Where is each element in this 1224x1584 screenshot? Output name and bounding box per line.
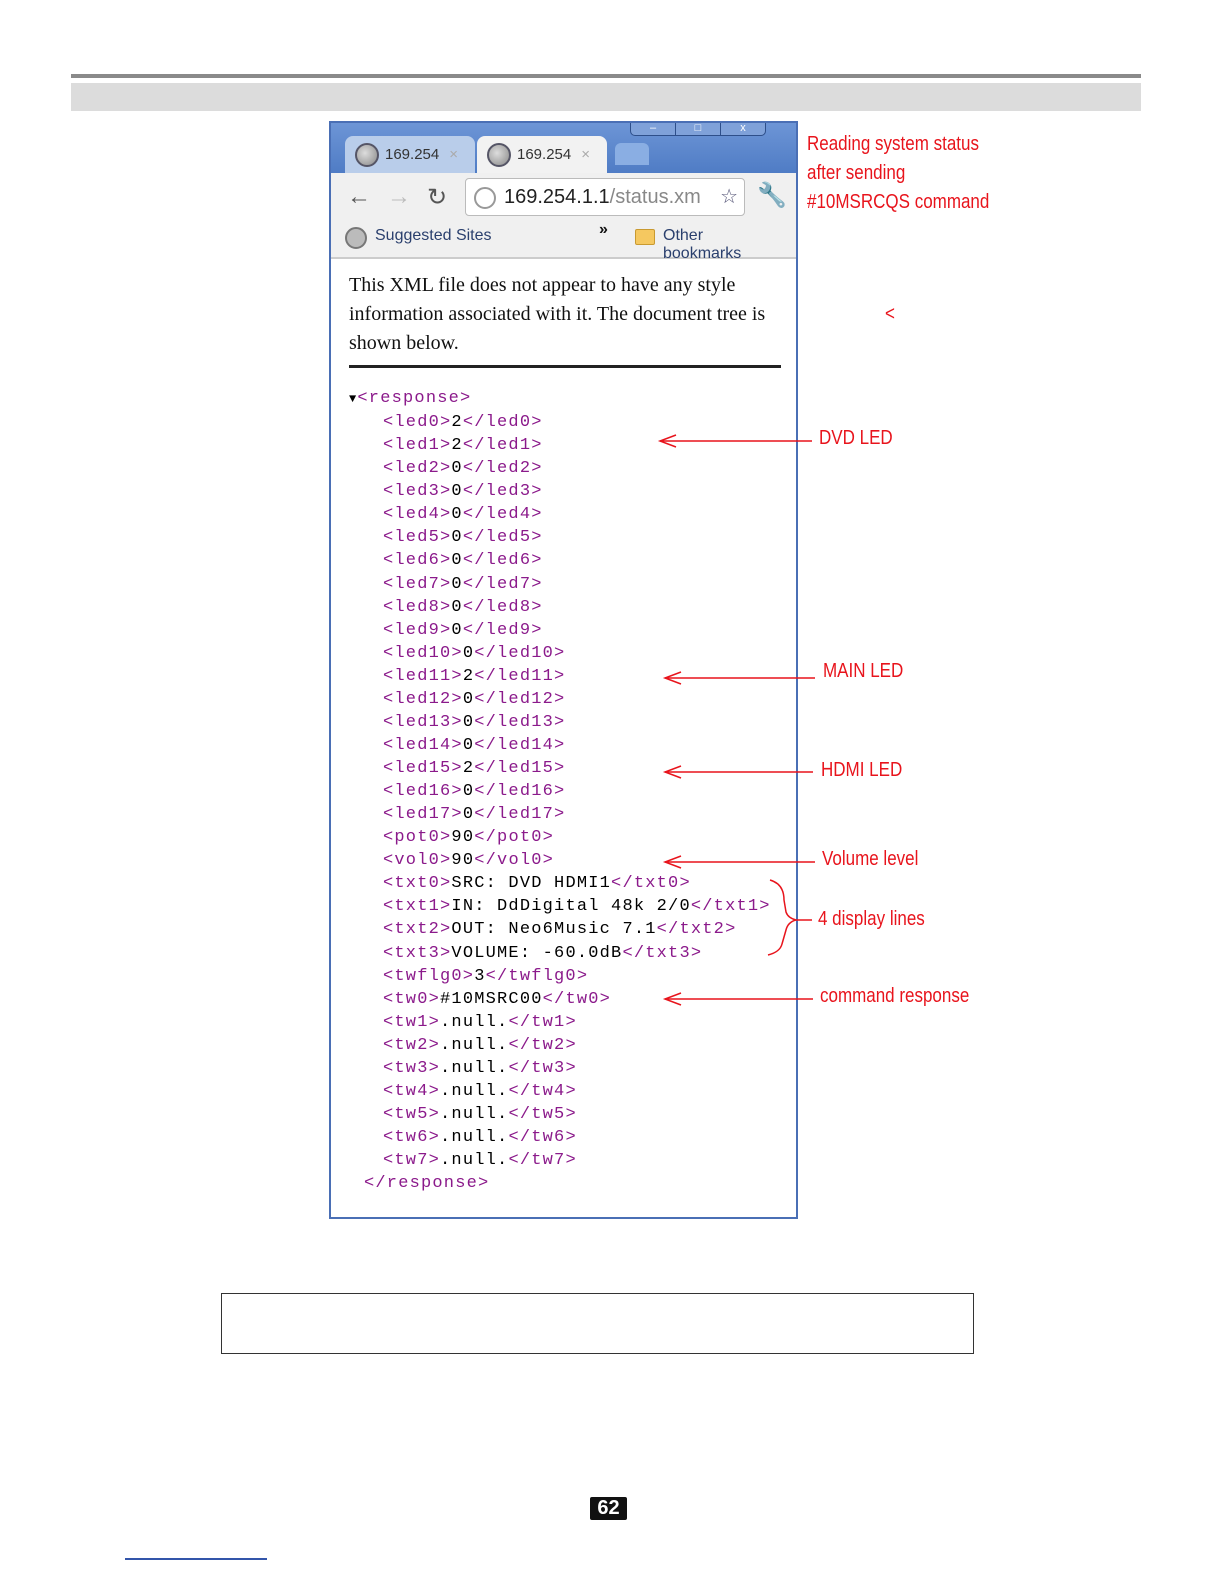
page-number: 62	[590, 1497, 627, 1520]
arrow-hdmi	[662, 765, 813, 779]
arrow-main	[662, 671, 815, 685]
note-box	[221, 1293, 974, 1354]
brace-display	[767, 879, 812, 956]
arrow-dvd	[657, 434, 812, 448]
arrow-command	[662, 992, 813, 1006]
footer-underline	[125, 1558, 267, 1560]
arrow-volume	[662, 855, 815, 869]
